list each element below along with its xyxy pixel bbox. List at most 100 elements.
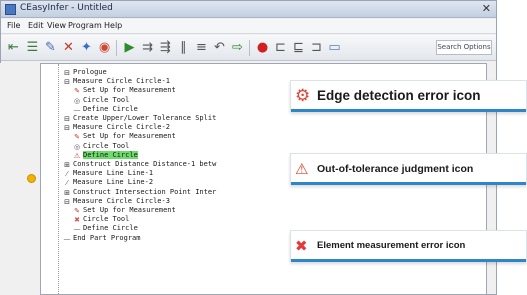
search-options-button[interactable]: Search Options [436,40,492,55]
tree-row-label: Measure Circle Circle-3 [73,196,170,205]
list-add-icon[interactable]: ⊐ [308,39,325,56]
intersection-icon: ⊞ [64,188,70,197]
distance-icon: ⊞ [64,161,70,169]
current-step-marker [27,174,36,183]
measure-line-icon: ⁄ [66,170,68,179]
list-icon[interactable]: ⊏ [272,39,289,56]
wizard-icon[interactable]: ✦ [78,39,95,56]
menu-help[interactable]: Help [104,21,122,30]
tree-row-label: Measure Line Line-1 [73,169,154,178]
callout: ⚙ Edge detection error icon [290,80,527,112]
circle-tool-icon: ◎ [73,142,81,151]
tree-row[interactable]: ⊟ Prologue [63,68,107,77]
setup-icon: ✎ [74,133,80,142]
tree-connector [58,64,59,294]
tree-row[interactable]: ⊞ Construct Distance Distance-1 betw [63,160,216,169]
program-node-icon: ⊟ [64,69,70,77]
tree-row[interactable]: — Define Circle [73,105,138,114]
title-bar: CEasyInfer - Untitled ✕ [1,1,496,18]
callout-underline [291,259,526,262]
tree-row-label: Define Circle [83,224,138,233]
callout-label: Element measurement error icon [317,240,466,251]
tree-row-label: Set Up for Measurement [83,132,176,141]
callout: ✖ Element measurement error icon [290,230,527,262]
tree-row-label: Define Circle [83,104,138,113]
out-of-tolerance-icon: ⚠ [295,160,309,178]
list-edit-icon[interactable]: ⊑ [290,39,307,56]
toolbar-separator [116,40,117,56]
tree-row[interactable]: ⊟ Measure Circle Circle-3 [63,197,170,206]
callout-underline [291,182,526,185]
outdent-icon[interactable]: ☰ [24,39,41,56]
callout-underline [291,109,526,112]
close-icon[interactable]: ✕ [482,2,491,15]
pause-icon[interactable]: ∥ [175,39,192,56]
define-icon: — [73,105,81,114]
tree-row-label: Set Up for Measurement [83,206,176,214]
end-program-icon: — [63,234,71,243]
tree-row[interactable]: ⊞ Construct Intersection Point Inter [63,188,216,197]
tree-row-label: Construct Intersection Point Inter [73,187,217,196]
tree-row[interactable]: ⊟ Create Upper/Lower Tolerance Split [63,114,216,123]
step-into-icon[interactable]: ⇉ [139,39,156,56]
record-icon[interactable]: ◉ [96,39,113,56]
tree-row-label: Measure Circle Circle-2 [73,123,170,132]
element-measurement-error-icon: ✖ [295,237,308,255]
measure-circle-icon: ⊟ [64,124,70,133]
tree-row-label: End Part Program [73,233,141,242]
menu-view[interactable]: View [47,21,66,30]
tree-row[interactable]: ⁄ Measure Line Line-1 [63,169,153,178]
tolerance-icon: ⊟ [64,115,70,123]
tree-row[interactable]: ✎ Set Up for Measurement [73,86,176,95]
setup-icon: ✎ [74,207,80,215]
tree-row[interactable]: ⊟ Measure Circle Circle-2 [63,123,170,132]
delete-icon[interactable]: ✕ [60,39,77,56]
tree-row-label: Set Up for Measurement [83,86,176,95]
app-icon [5,4,16,15]
tree-row[interactable]: ✎ Set Up for Measurement [73,132,176,141]
step-back-icon[interactable]: ⇤ [5,39,22,56]
tree-row-label: Construct Distance Distance-1 betw [73,160,217,168]
edge-detection-error-icon: ⚙ [295,86,311,106]
run-icon[interactable]: ▶ [121,39,138,56]
setup-icon: ✎ [74,87,80,96]
step-over-icon[interactable]: ⇶ [157,39,174,56]
tree-row-label: Circle Tool [83,141,130,150]
line-gutter [0,63,40,295]
menu-edit[interactable]: Edit [28,21,44,30]
tree-row-label: Measure Circle Circle-1 [73,77,170,86]
measure-circle-icon: ⊟ [64,78,70,87]
menu-bar: File Edit View Program Help [1,19,496,34]
panel-icon[interactable]: ▭ [326,39,343,56]
measure-circle-icon: ⊟ [64,197,70,206]
stop-icon[interactable]: ≡ [193,39,210,56]
tree-row-label: Prologue [73,68,107,76]
tree-row[interactable]: ⊟ Measure Circle Circle-1 [63,77,170,86]
callout-label: Edge detection error icon [317,88,481,103]
define-icon: — [73,225,81,234]
menu-program[interactable]: Program [68,21,102,30]
edge-detection-error-icon: ✖ [74,216,80,225]
tree-row-label: Define Circle [83,150,138,159]
tree-row[interactable]: ⚠ Define Circle [73,150,138,160]
tree-row[interactable]: ◎ Circle Tool [73,142,129,151]
tree-row[interactable]: ⁄ Measure Line Line-2 [63,178,153,187]
callout-label: Out-of-tolerance judgment icon [317,163,474,175]
toolbar: ⇤ ☰ ✎ ✕ ✦ ◉ ▶ ⇉ ⇶ ∥ ≡ ↶ ⇨ ● ⊏ ⊑ ⊐ ▭ Sear… [1,35,496,61]
tree-row[interactable]: — End Part Program [63,233,141,243]
toolbar-separator [249,40,250,56]
tree-row[interactable]: — Define Circle [73,224,138,233]
tree-row-label: Create Upper/Lower Tolerance Split [73,114,217,122]
measure-line-icon: ⁄ [66,179,68,188]
tree-row[interactable]: ◎ Circle Tool [73,96,129,105]
edit-icon[interactable]: ✎ [42,39,59,56]
out-of-tolerance-icon: ⚠ [73,151,81,160]
tree-row[interactable]: ✎ Set Up for Measurement [73,206,176,215]
tree-row[interactable]: ✖ Circle Tool [73,215,129,224]
redo-icon[interactable]: ⇨ [229,39,246,56]
window-title: CEasyInfer - Untitled [20,3,113,13]
callout: ⚠ Out-of-tolerance judgment icon [290,153,527,185]
menu-file[interactable]: File [7,21,20,30]
breakpoint-icon[interactable]: ● [254,39,271,56]
undo-icon[interactable]: ↶ [211,39,228,56]
